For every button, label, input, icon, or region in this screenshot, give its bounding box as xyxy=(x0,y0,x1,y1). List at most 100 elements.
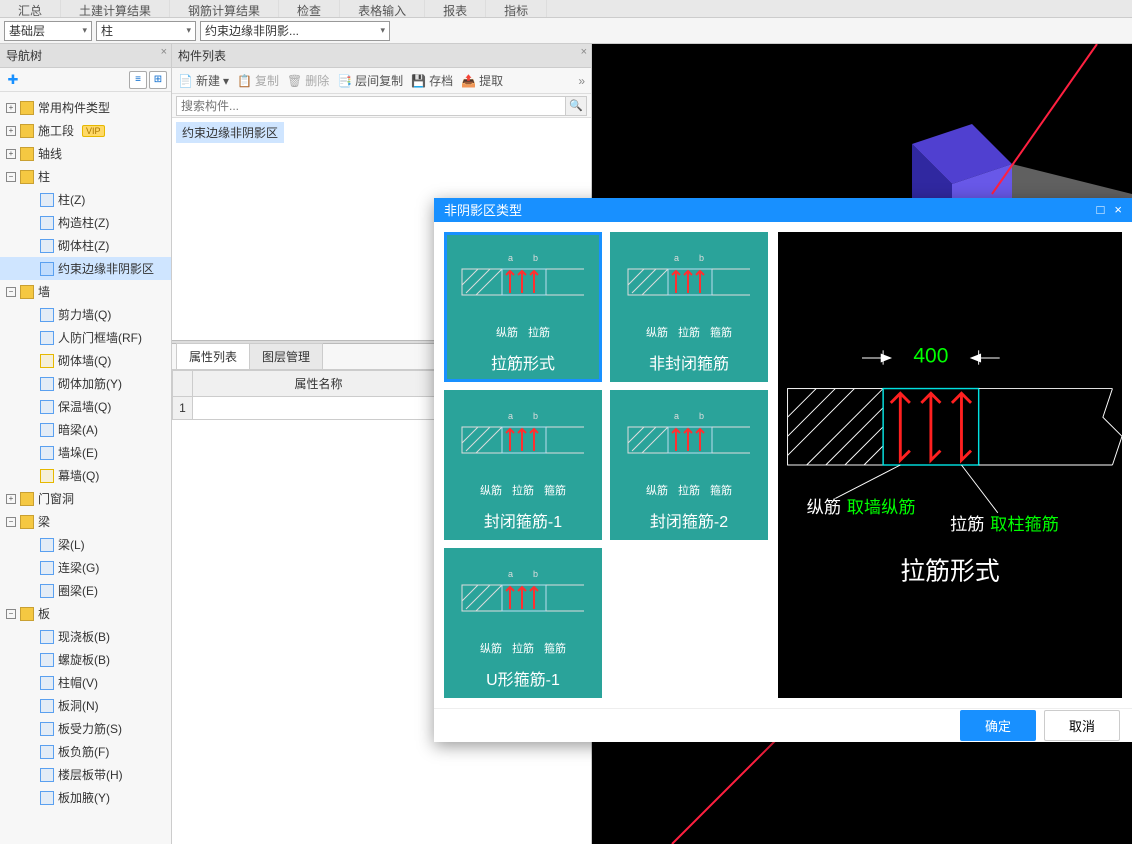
component-icon xyxy=(40,239,54,253)
tree-item[interactable]: 柱(Z) xyxy=(0,188,171,211)
tree-item[interactable]: 砌体墙(Q) xyxy=(0,349,171,372)
nav-toolbar: ✚ ≡ ⊞ xyxy=(0,68,171,92)
tree-group[interactable]: + 施工段 VIP xyxy=(0,119,171,142)
expand-icon[interactable]: + xyxy=(6,494,16,504)
add-icon[interactable]: ✚ xyxy=(4,71,22,89)
tree-item[interactable]: 砌体柱(Z) xyxy=(0,234,171,257)
copy-button[interactable]: 📋 复制 xyxy=(237,72,279,89)
tab-summary[interactable]: 汇总 xyxy=(0,0,61,17)
cancel-button[interactable]: 取消 xyxy=(1044,710,1120,741)
search-input[interactable] xyxy=(176,96,566,116)
tab-table[interactable]: 表格输入 xyxy=(340,0,425,17)
tree-group[interactable]: − 墙 xyxy=(0,280,171,303)
close-icon[interactable]: × xyxy=(1114,202,1122,217)
vip-badge: VIP xyxy=(82,125,105,137)
search-icon[interactable]: 🔍 xyxy=(565,96,587,116)
list-view-icon[interactable]: ≡ xyxy=(129,71,147,89)
folder-icon xyxy=(20,515,34,529)
tree-item[interactable]: 柱帽(V) xyxy=(0,671,171,694)
component-icon xyxy=(40,400,54,414)
maximize-icon[interactable]: □ xyxy=(1097,202,1105,217)
collapse-icon[interactable]: − xyxy=(6,172,16,182)
delete-button[interactable]: 🗑 删除 xyxy=(287,72,329,89)
tab-layers[interactable]: 图层管理 xyxy=(249,343,323,369)
expand-icon[interactable]: + xyxy=(6,126,16,136)
tree-item[interactable]: 墙垛(E) xyxy=(0,441,171,464)
floor-copy-button[interactable]: 📑 层间复制 xyxy=(337,72,403,89)
modal-footer: 确定 取消 xyxy=(434,708,1132,742)
type-select[interactable]: 约束边缘非阴影... xyxy=(200,21,390,41)
component-item[interactable]: 约束边缘非阴影区 xyxy=(176,122,284,143)
tree-item[interactable]: 梁(L) xyxy=(0,533,171,556)
tree-label: 构造柱(Z) xyxy=(58,214,109,231)
type-thumbnail[interactable]: ab 纵筋拉筋箍筋 非封闭箍筋 xyxy=(610,232,768,382)
close-icon[interactable]: × xyxy=(161,46,167,58)
tree-item[interactable]: 保温墙(Q) xyxy=(0,395,171,418)
extract-button[interactable]: 📤 提取 xyxy=(461,72,503,89)
component-icon xyxy=(40,538,54,552)
expand-icon[interactable]: + xyxy=(6,149,16,159)
tree-label: 柱帽(V) xyxy=(58,674,98,691)
nav-header: 导航树 × xyxy=(0,44,171,68)
folder-icon xyxy=(20,285,34,299)
tab-check[interactable]: 检查 xyxy=(279,0,340,17)
tree-group[interactable]: − 板 xyxy=(0,602,171,625)
tree-group[interactable]: + 门窗洞 xyxy=(0,487,171,510)
collapse-icon[interactable]: − xyxy=(6,287,16,297)
tab-report[interactable]: 报表 xyxy=(425,0,486,17)
tree-item[interactable]: 板洞(N) xyxy=(0,694,171,717)
type-thumbnail[interactable]: ab 纵筋拉筋 拉筋形式 xyxy=(444,232,602,382)
close-icon[interactable]: × xyxy=(581,46,587,58)
folder-icon xyxy=(20,170,34,184)
type-thumbnail[interactable]: ab 纵筋拉筋箍筋 封闭箍筋-1 xyxy=(444,390,602,540)
tree-item[interactable]: 板受力筋(S) xyxy=(0,717,171,740)
expand-icon[interactable]: + xyxy=(6,103,16,113)
svg-text:b: b xyxy=(533,411,538,421)
tree-item[interactable]: 板加腋(Y) xyxy=(0,786,171,809)
tree-group[interactable]: + 常用构件类型 xyxy=(0,96,171,119)
tree-item[interactable]: 连梁(G) xyxy=(0,556,171,579)
tree-item[interactable]: 楼层板带(H) xyxy=(0,763,171,786)
svg-text:a: a xyxy=(508,253,513,263)
tree-item[interactable]: 板负筋(F) xyxy=(0,740,171,763)
category-select[interactable]: 柱 xyxy=(96,21,196,41)
ok-button[interactable]: 确定 xyxy=(960,710,1036,741)
tree-group[interactable]: + 轴线 xyxy=(0,142,171,165)
tree-item[interactable]: 构造柱(Z) xyxy=(0,211,171,234)
type-thumbnail[interactable]: ab 纵筋拉筋箍筋 封闭箍筋-2 xyxy=(610,390,768,540)
tree-item[interactable]: 圈梁(E) xyxy=(0,579,171,602)
tree-item[interactable]: 幕墙(Q) xyxy=(0,464,171,487)
tree-item[interactable]: 约束边缘非阴影区 xyxy=(0,257,171,280)
component-icon xyxy=(40,699,54,713)
prop-cell[interactable] xyxy=(193,397,445,420)
component-icon xyxy=(40,446,54,460)
tree-item[interactable]: 螺旋板(B) xyxy=(0,648,171,671)
type-thumbnail[interactable]: ab 纵筋拉筋箍筋 U形箍筋-1 xyxy=(444,548,602,698)
more-icon[interactable]: » xyxy=(578,74,585,88)
new-button[interactable]: 📄 新建 ▾ xyxy=(178,72,229,89)
collapse-icon[interactable]: − xyxy=(6,517,16,527)
tree-item[interactable]: 人防门框墙(RF) xyxy=(0,326,171,349)
search-row: 🔍 xyxy=(172,94,591,118)
grid-view-icon[interactable]: ⊞ xyxy=(149,71,167,89)
collapse-icon[interactable]: − xyxy=(6,609,16,619)
floor-select[interactable]: 基础层 xyxy=(4,21,92,41)
tree-item[interactable]: 剪力墙(Q) xyxy=(0,303,171,326)
tree-label: 楼层板带(H) xyxy=(58,766,123,783)
component-icon xyxy=(40,216,54,230)
tree-item[interactable]: 暗梁(A) xyxy=(0,418,171,441)
tree-label: 连梁(G) xyxy=(58,559,99,576)
tab-build[interactable]: 土建计算结果 xyxy=(61,0,170,17)
tree-item[interactable]: 现浇板(B) xyxy=(0,625,171,648)
archive-button[interactable]: 💾 存档 xyxy=(411,72,453,89)
tab-properties[interactable]: 属性列表 xyxy=(176,343,250,369)
tree-group[interactable]: − 柱 xyxy=(0,165,171,188)
svg-text:b: b xyxy=(533,253,538,263)
thumb-sublabel: 箍筋 xyxy=(710,324,732,340)
preview-label: 拉筋 xyxy=(950,514,984,534)
tree-item[interactable]: 砌体加筋(Y) xyxy=(0,372,171,395)
tree-label: 施工段 xyxy=(38,122,74,139)
tree-group[interactable]: − 梁 xyxy=(0,510,171,533)
tab-rebar[interactable]: 钢筋计算结果 xyxy=(170,0,279,17)
tab-metric[interactable]: 指标 xyxy=(486,0,547,17)
